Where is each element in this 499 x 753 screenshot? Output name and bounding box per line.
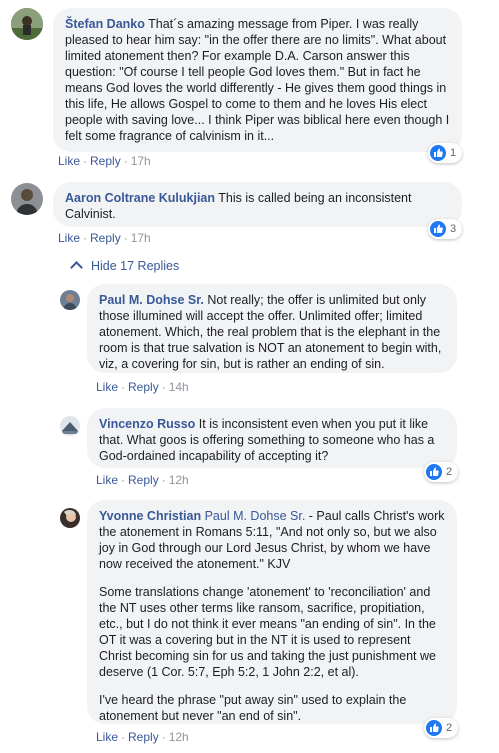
avatar[interactable] [60,416,80,436]
reply-paragraph: Yvonne Christian Paul M. Dohse Sr. - Pau… [99,508,445,572]
reply-actions: Like · Reply · 14h [96,380,189,394]
thumbs-up-icon [430,145,446,161]
reaction-count[interactable]: 2 [424,462,459,482]
timestamp[interactable]: 17h [131,231,151,245]
reply-paragraph: Some translations change 'atonement' to … [99,585,436,679]
reply-link[interactable]: Reply [128,473,159,487]
reply-link[interactable]: Reply [128,380,159,394]
like-link[interactable]: Like [96,730,118,744]
reaction-count-label: 2 [446,722,453,734]
reaction-count[interactable]: 3 [428,219,463,239]
comment-text: That´s amazing message from Piper. I was… [65,17,450,143]
like-link[interactable]: Like [96,380,118,394]
thumbs-up-icon [430,221,446,237]
reaction-count[interactable]: 1 [428,143,463,163]
hide-replies-label: Hide 17 Replies [91,259,180,273]
avatar[interactable] [11,8,43,40]
reply-author[interactable]: Paul M. Dohse Sr. [99,293,204,307]
reply-link[interactable]: Reply [90,231,121,245]
timestamp[interactable]: 12h [169,473,189,487]
comment-bubble: Aaron Coltrane Kulukjian This is called … [53,182,462,227]
comment-author[interactable]: Aaron Coltrane Kulukjian [65,191,215,205]
timestamp[interactable]: 12h [169,730,189,744]
reaction-count-label: 3 [450,223,457,235]
avatar[interactable] [60,290,80,310]
reaction-count[interactable]: 2 [424,718,459,738]
comment-author[interactable]: Štefan Danko [65,17,145,31]
chevron-up-icon [70,261,83,274]
avatar[interactable] [60,508,80,528]
reply-link[interactable]: Reply [128,730,159,744]
reply-link[interactable]: Reply [90,154,121,168]
avatar[interactable] [11,183,43,215]
reply-actions: Like · Reply · 12h [96,730,189,744]
like-link[interactable]: Like [96,473,118,487]
timestamp[interactable]: 14h [169,380,189,394]
mention-link[interactable]: Paul M. Dohse Sr. [201,509,306,523]
timestamp[interactable]: 17h [131,154,151,168]
like-link[interactable]: Like [58,231,80,245]
reaction-count-label: 1 [450,147,457,159]
reply-author[interactable]: Vincenzo Russo [99,417,195,431]
reply-bubble: Vincenzo Russo It is inconsistent even w… [87,408,457,468]
reply-actions: Like · Reply · 12h [96,473,189,487]
reply-bubble: Paul M. Dohse Sr. Not really; the offer … [87,284,457,373]
hide-replies-button[interactable]: Hide 17 Replies [70,259,180,274]
comment-actions: Like · Reply · 17h [58,231,151,245]
thumbs-up-icon [426,464,442,480]
reply-bubble: Yvonne Christian Paul M. Dohse Sr. - Pau… [87,500,457,724]
comment-bubble: Štefan Danko That´s amazing message from… [53,8,462,152]
like-link[interactable]: Like [58,154,80,168]
comment-actions: Like · Reply · 17h [58,154,151,168]
reaction-count-label: 2 [446,466,453,478]
reply-paragraph: I've heard the phrase "put away sin" use… [99,693,407,723]
thumbs-up-icon [426,720,442,736]
reply-author[interactable]: Yvonne Christian [99,509,201,523]
